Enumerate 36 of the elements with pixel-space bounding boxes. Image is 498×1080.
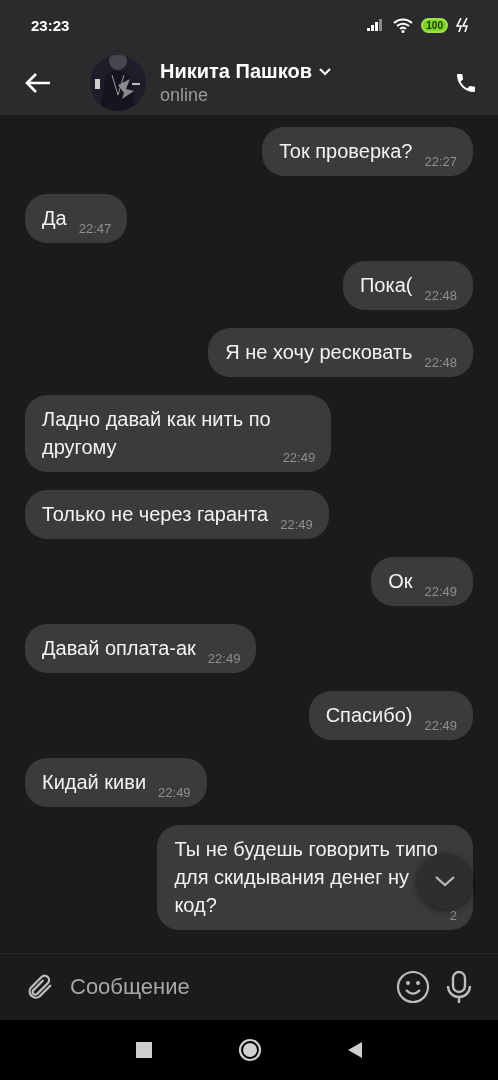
emoji-icon[interactable] [396, 970, 430, 1004]
message-time: 22:49 [280, 517, 313, 532]
message-time: 22:48 [424, 355, 457, 370]
status-time: 23:23 [31, 16, 70, 34]
message-time: 22:27 [424, 154, 457, 169]
message-time: 22:49 [424, 718, 457, 733]
circle-icon[interactable] [238, 1038, 262, 1062]
message-text: Кидай киви [42, 770, 147, 795]
microphone-icon[interactable] [444, 970, 474, 1004]
chevron-down-icon[interactable] [317, 66, 332, 76]
message-text: Ток проверка? [279, 139, 413, 164]
message-time: 22:49 [424, 584, 457, 599]
back-icon[interactable] [24, 71, 52, 94]
battery-level: 100 [421, 17, 448, 33]
contact-status: online [160, 84, 210, 106]
message-text: Ок [388, 569, 413, 594]
triangle-icon[interactable] [348, 1042, 362, 1058]
message-time: 22:49 [282, 450, 316, 465]
message-text: Пока( [359, 273, 413, 298]
message-time: 22:47 [78, 221, 112, 236]
message-input[interactable]: Сообщение [68, 973, 382, 1001]
message-text: Ладно давай как нить по другому [42, 407, 271, 460]
message-text: Давай оплата-ак [42, 636, 196, 661]
contact-name[interactable]: Никита Пашков [160, 59, 312, 83]
chevron-down-icon[interactable] [434, 875, 456, 887]
wifi-icon [393, 17, 414, 33]
charging-icon [456, 18, 468, 32]
message-text: Да [42, 206, 67, 231]
message-text: Спасибо) [325, 703, 413, 728]
message-text: Только не через гаранта [42, 502, 269, 527]
message-time: 2 [449, 908, 457, 923]
message-text: Ты не будешь говорить типо для скидывания денег ну код? [174, 837, 438, 918]
message-time: 22:49 [207, 651, 241, 666]
message-time: 22:48 [424, 288, 457, 303]
message-time: 22:49 [158, 785, 191, 800]
message-text: Я не хочу ресковать [225, 340, 413, 365]
